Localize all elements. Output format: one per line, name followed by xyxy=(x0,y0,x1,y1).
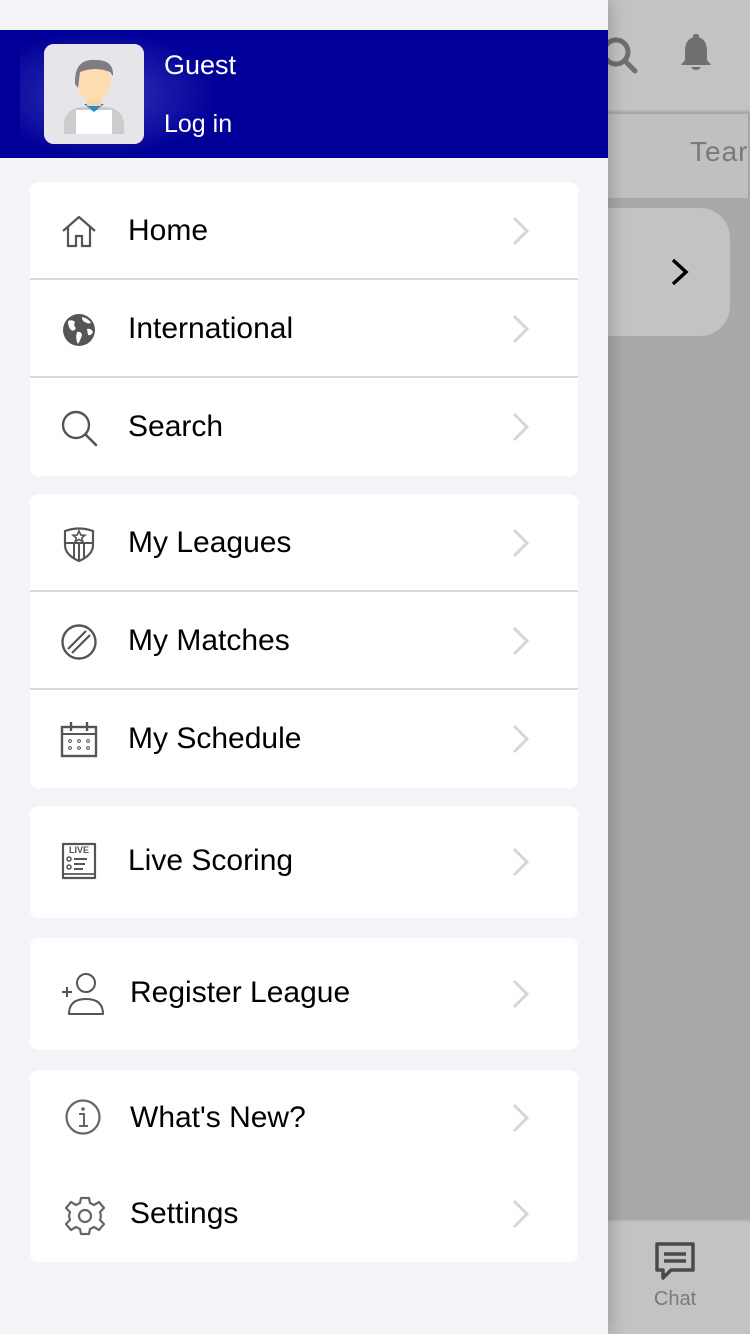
chat-label: Chat xyxy=(653,1288,697,1310)
menu-item-my-matches[interactable]: My Matches xyxy=(30,592,578,690)
search-icon xyxy=(60,409,98,447)
globe-icon xyxy=(60,311,98,349)
user-avatar-icon[interactable] xyxy=(44,44,144,144)
menu-group-info: What's New? Settings xyxy=(30,1070,578,1262)
chevron-right-icon xyxy=(510,214,532,248)
info-icon xyxy=(64,1098,102,1136)
cricket-ball-icon xyxy=(60,623,98,661)
menu-item-register-league[interactable]: Register League xyxy=(30,938,578,1050)
svg-text:LIVE: LIVE xyxy=(69,845,89,855)
menu-item-label: My Matches xyxy=(128,624,290,657)
shield-star-icon xyxy=(60,525,98,563)
menu-item-my-leagues[interactable]: My Leagues xyxy=(30,494,578,592)
menu-item-international[interactable]: International xyxy=(30,280,578,378)
menu-item-home[interactable]: Home xyxy=(30,182,578,280)
menu-group-my: My Leagues My Matches My Schedule xyxy=(30,494,578,788)
chevron-right-icon xyxy=(510,1101,532,1135)
bell-icon[interactable] xyxy=(676,34,716,74)
bottom-nav-chat[interactable]: Chat xyxy=(640,1240,710,1311)
chevron-right-icon xyxy=(510,977,532,1011)
gear-icon xyxy=(64,1195,106,1237)
menu-item-label: International xyxy=(128,312,294,345)
menu-group-main: Home International Search xyxy=(30,182,578,476)
menu-item-label: Register League xyxy=(130,976,351,1009)
menu-group-live: LIVE Live Scoring xyxy=(30,806,578,918)
background-tab-label[interactable]: Tear xyxy=(690,136,748,168)
live-scoreboard-icon: LIVE xyxy=(60,842,98,880)
chevron-right-icon xyxy=(510,526,532,560)
menu-item-label: Settings xyxy=(130,1197,239,1230)
menu-group-register: Register League xyxy=(30,938,578,1050)
menu-item-label: My Schedule xyxy=(128,722,302,755)
menu-item-my-schedule[interactable]: My Schedule xyxy=(30,690,578,788)
home-icon xyxy=(60,213,98,251)
chat-bubble-icon xyxy=(655,1242,695,1280)
navigation-drawer: Guest Log in Home International Search M… xyxy=(0,0,608,1334)
menu-item-search[interactable]: Search xyxy=(30,378,578,476)
menu-item-live-scoring[interactable]: LIVE Live Scoring xyxy=(30,806,578,918)
chevron-right-icon xyxy=(510,312,532,346)
chevron-right-icon xyxy=(668,256,692,288)
menu-item-label: Search xyxy=(128,410,224,443)
chevron-right-icon xyxy=(510,722,532,756)
menu-item-label: What's New? xyxy=(130,1101,306,1134)
add-user-icon xyxy=(60,972,106,1016)
menu-item-label: Live Scoring xyxy=(128,844,294,877)
profile-name: Guest xyxy=(164,50,237,80)
menu-item-label: My Leagues xyxy=(128,526,292,559)
calendar-icon xyxy=(60,721,98,759)
menu-item-whats-new[interactable]: What's New? xyxy=(30,1070,578,1166)
menu-item-settings[interactable]: Settings xyxy=(30,1166,578,1262)
chevron-right-icon xyxy=(510,845,532,879)
chevron-right-icon xyxy=(510,1197,532,1231)
login-link[interactable]: Log in xyxy=(164,110,232,139)
chevron-right-icon xyxy=(510,624,532,658)
profile-header: Guest Log in xyxy=(0,30,608,158)
menu-item-label: Home xyxy=(128,214,209,247)
chevron-right-icon xyxy=(510,410,532,444)
